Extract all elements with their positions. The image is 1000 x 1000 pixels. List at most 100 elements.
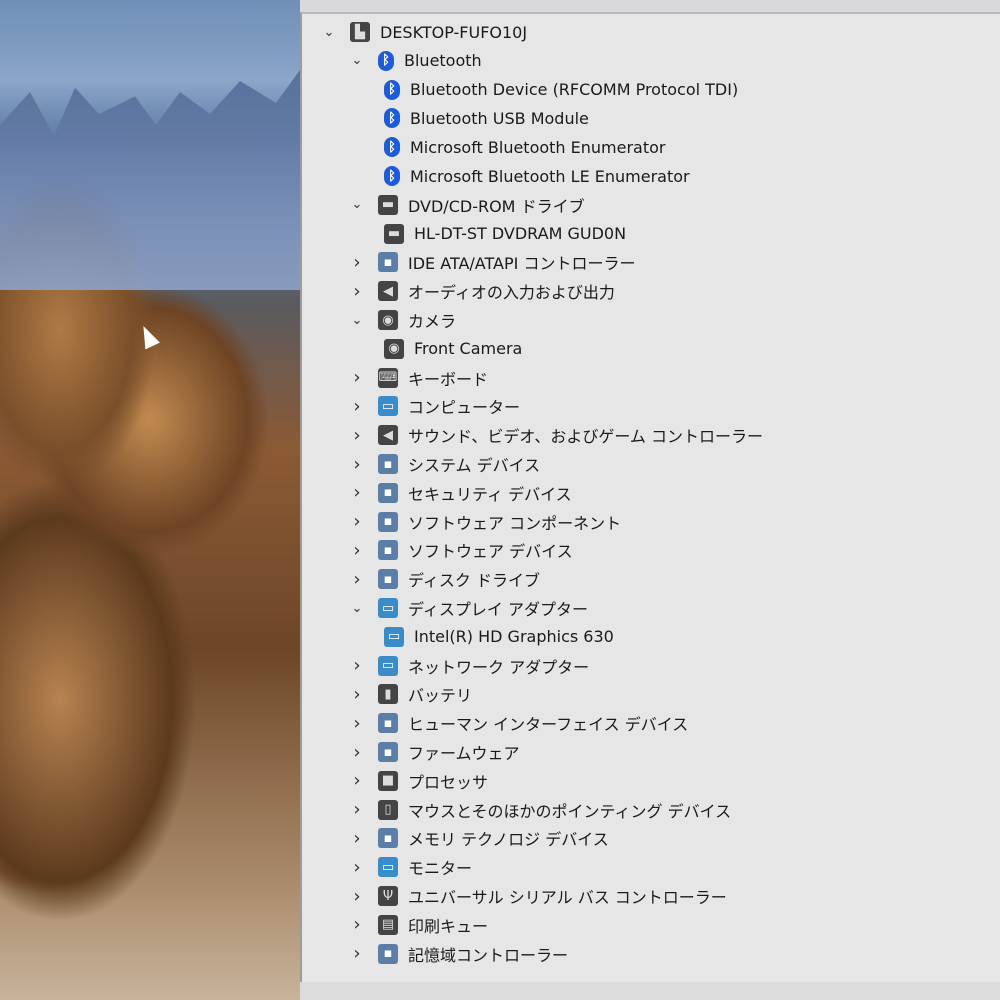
system-device-icon: ▪ — [378, 454, 398, 474]
chevron-right-icon[interactable]: › — [350, 742, 364, 763]
tree-item[interactable]: › ▪ ファームウェア — [350, 738, 520, 766]
bluetooth-icon: ᛒ — [384, 166, 400, 186]
tree-item-label: 印刷キュー — [408, 916, 489, 936]
chevron-right-icon[interactable]: › — [350, 425, 364, 446]
chevron-right-icon[interactable]: › — [350, 540, 364, 561]
chevron-right-icon[interactable]: › — [350, 713, 364, 734]
tree-item[interactable]: › ▪ ディスク ドライブ — [350, 565, 540, 593]
chevron-right-icon[interactable]: › — [350, 914, 364, 935]
tree-item-label: セキュリティ デバイス — [408, 484, 572, 504]
tree-item[interactable]: ᛒ Bluetooth Device (RFCOMM Protocol TDI) — [378, 76, 738, 104]
tree-item-label: Intel(R) HD Graphics 630 — [414, 627, 614, 647]
dvd-drive-icon: ▬ — [378, 194, 398, 215]
tree-item[interactable]: ◉ Front Camera — [378, 335, 522, 363]
tree-item-label: Front Camera — [414, 339, 523, 359]
bluetooth-icon: ᛒ — [378, 50, 394, 71]
tree-item[interactable]: ⌄ ᛒ Bluetooth — [350, 47, 482, 75]
tree-item-label: コンピューター — [408, 398, 521, 418]
tree-item[interactable]: › ▪ ソフトウェア コンポーネント — [350, 508, 621, 536]
tree-item[interactable]: › Ψ ユニバーサル シリアル バス コントローラー — [350, 882, 726, 910]
software-component-icon: ▪ — [378, 511, 398, 532]
chevron-down-icon[interactable]: ⌄ — [350, 313, 364, 328]
chevron-right-icon[interactable]: › — [350, 367, 364, 388]
tree-item[interactable]: › ▯ マウスとそのほかのポインティング デバイス — [350, 796, 731, 824]
chevron-right-icon[interactable]: › — [350, 569, 364, 590]
tree-item-label: マウスとそのほかのポインティング デバイス — [408, 801, 732, 821]
tree-item[interactable]: › ▪ 記憶域コントローラー — [350, 940, 568, 968]
tree-item[interactable]: › ▮ バッテリ — [350, 680, 472, 708]
chevron-right-icon[interactable]: › — [350, 511, 364, 532]
chevron-right-icon[interactable]: › — [350, 770, 364, 791]
firmware-icon: ▪ — [378, 742, 398, 762]
window-bottom-edge — [300, 982, 1000, 1000]
chevron-right-icon[interactable]: › — [350, 454, 364, 475]
chevron-right-icon[interactable]: › — [350, 252, 364, 273]
tree-item[interactable]: › ▤ 印刷キュー — [350, 911, 488, 939]
tree-item[interactable]: ᛒ Microsoft Bluetooth LE Enumerator — [378, 162, 690, 190]
tree-item-label: DVD/CD-ROM ドライブ — [408, 196, 585, 216]
tree-item-label: ファームウェア — [408, 744, 520, 763]
tree-item-label: Bluetooth — [404, 51, 482, 71]
tree-item[interactable]: › ▭ モニター — [350, 853, 472, 881]
tree-item-label: オーディオの入力および出力 — [408, 283, 615, 303]
tree-item[interactable]: ᛒ Microsoft Bluetooth Enumerator — [378, 133, 666, 161]
tree-item[interactable]: › ▪ メモリ テクノロジ デバイス — [350, 824, 609, 852]
tree-item[interactable]: › ◀ オーディオの入力および出力 — [350, 277, 615, 305]
tree-item[interactable]: › ▪ ソフトウェア デバイス — [350, 536, 573, 564]
tree-item-label: ソフトウェア コンポーネント — [408, 513, 622, 533]
tree-item[interactable]: › ▪ セキュリティ デバイス — [350, 479, 572, 507]
chevron-right-icon[interactable]: › — [350, 799, 364, 820]
device-manager-tree[interactable]: ⌄ ▙ DESKTOP-FUFO10J ⌄ ᛒ Bluetooth ᛒ Bluetooth D… — [300, 12, 1000, 984]
battery-icon: ▮ — [378, 684, 398, 705]
hid-icon: ▪ — [378, 713, 398, 734]
tree-item[interactable]: › ■ プロセッサ — [350, 767, 488, 795]
tree-item-label: キーボード — [408, 369, 489, 389]
ide-controller-icon: ▪ — [378, 252, 398, 273]
tree-item-label: Microsoft Bluetooth Enumerator — [410, 137, 666, 157]
window-top-edge — [300, 0, 1000, 12]
desktop-wallpaper — [0, 0, 300, 1000]
speaker-icon: ◀ — [378, 281, 398, 302]
tree-item-label: ソフトウェア デバイス — [408, 542, 573, 562]
storage-controller-icon: ▪ — [378, 943, 398, 964]
tree-item[interactable]: › ▪ IDE ATA/ATAPI コントローラー — [350, 248, 635, 276]
tree-item[interactable]: ⌄ ▙ DESKTOP-FUFO10J — [322, 18, 527, 46]
chevron-right-icon[interactable]: › — [350, 281, 364, 302]
chevron-right-icon[interactable]: › — [350, 482, 364, 503]
mouse-icon: ▯ — [378, 799, 398, 820]
tree-item-label: ディスク ドライブ — [408, 571, 540, 591]
tree-item[interactable]: › ▭ コンピューター — [350, 392, 520, 420]
tree-item-label: 記憶域コントローラー — [408, 945, 569, 965]
tree-item-label: Bluetooth USB Module — [410, 108, 589, 128]
tree-item-label: カメラ — [408, 312, 457, 331]
tree-item[interactable]: ⌄ ◉ カメラ — [350, 306, 456, 334]
tree-item[interactable]: › ⌨ キーボード — [350, 364, 488, 392]
chevron-right-icon[interactable]: › — [350, 857, 364, 878]
chevron-down-icon[interactable]: ⌄ — [350, 601, 364, 616]
chevron-down-icon[interactable]: ⌄ — [322, 25, 336, 40]
tree-item[interactable]: › ▭ ネットワーク アダプター — [350, 652, 589, 680]
chevron-down-icon[interactable]: ⌄ — [350, 197, 364, 212]
chevron-right-icon[interactable]: › — [350, 684, 364, 705]
tree-item-label: メモリ テクノロジ デバイス — [408, 830, 609, 850]
chevron-right-icon[interactable]: › — [350, 828, 364, 849]
chevron-right-icon[interactable]: › — [350, 655, 364, 676]
chevron-right-icon[interactable]: › — [350, 943, 364, 964]
tree-item[interactable]: ᛒ Bluetooth USB Module — [378, 104, 589, 132]
tree-item[interactable]: › ◀ サウンド、ビデオ、およびゲーム コントローラー — [350, 421, 763, 449]
tree-item[interactable]: ▭ Intel(R) HD Graphics 630 — [378, 623, 614, 651]
chevron-right-icon[interactable]: › — [350, 396, 364, 417]
tree-item-label: IDE ATA/ATAPI コントローラー — [408, 254, 636, 274]
dvd-drive-icon: ▬ — [384, 223, 404, 244]
tree-item[interactable]: ⌄ ▬ DVD/CD-ROM ドライブ — [350, 191, 585, 219]
computer-icon: ▙ — [350, 22, 370, 42]
tree-item[interactable]: › ▪ ヒューマン インターフェイス デバイス — [350, 709, 688, 737]
tree-item[interactable]: ⌄ ▭ ディスプレイ アダプター — [350, 594, 588, 622]
tree-item-label: プロセッサ — [408, 772, 489, 792]
display-adapter-icon: ▭ — [384, 626, 404, 647]
tree-item[interactable]: › ▪ システム デバイス — [350, 450, 540, 478]
tree-item[interactable]: ▬ HL-DT-ST DVDRAM GUD0N — [378, 220, 626, 248]
chevron-right-icon[interactable]: › — [350, 886, 364, 907]
tree-item-label: Microsoft Bluetooth LE Enumerator — [410, 166, 690, 186]
chevron-down-icon[interactable]: ⌄ — [350, 53, 364, 68]
